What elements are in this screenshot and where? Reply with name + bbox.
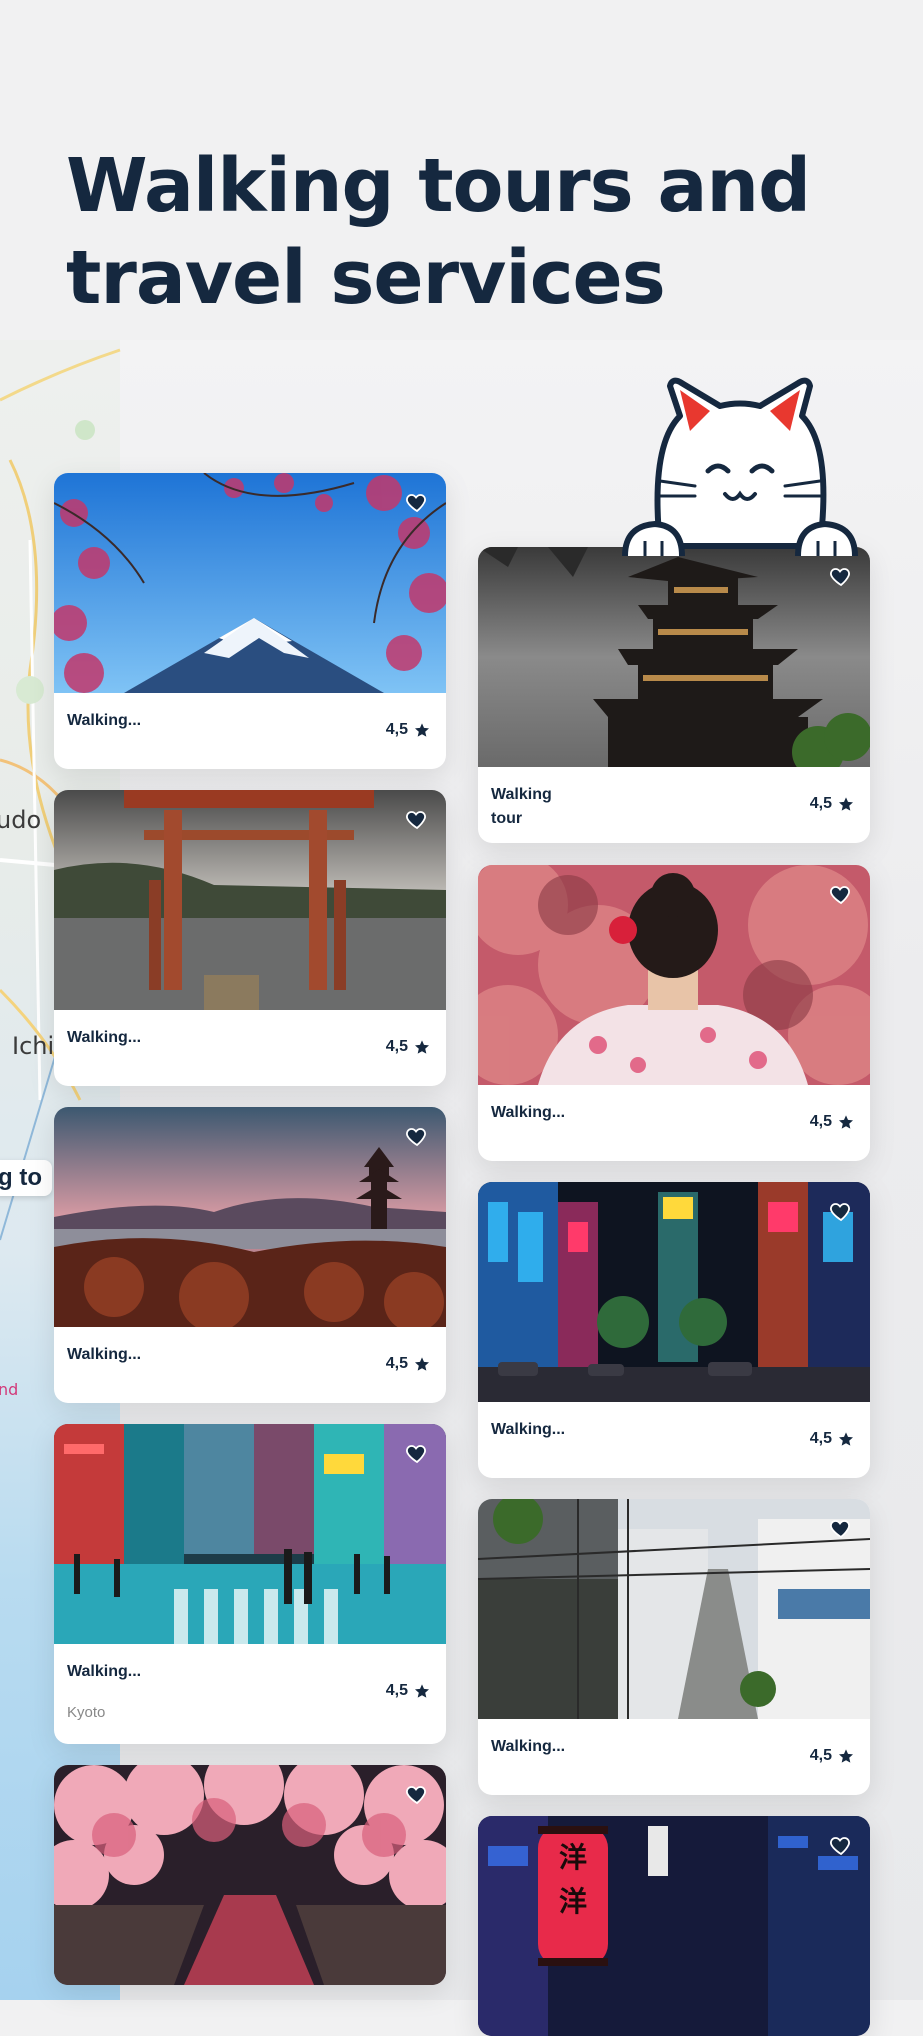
lucky-cat-icon (622, 377, 858, 557)
tour-card[interactable]: Walking tour 4,5 (478, 547, 870, 843)
tour-rating: 4,5 (386, 1038, 430, 1056)
star-icon (839, 797, 853, 811)
rating-value: 4,5 (809, 1113, 832, 1130)
tour-card[interactable] (54, 1765, 446, 1985)
favorite-button[interactable] (404, 1781, 430, 1807)
favorite-button[interactable] (404, 489, 430, 515)
tour-info: Walking... 4,5 Kyoto (54, 1644, 446, 1744)
star-icon (839, 1432, 853, 1446)
heart-icon (830, 1837, 850, 1856)
tour-card[interactable]: Walking... 4,5 (478, 1182, 870, 1478)
favorite-button[interactable] (828, 1515, 854, 1541)
heart-icon (406, 494, 426, 513)
tour-title: Walking... (67, 1029, 142, 1046)
tour-rating: 4,5 (386, 721, 430, 739)
tour-title: Walking tour (491, 786, 552, 827)
rating-value: 4,5 (809, 795, 832, 812)
tour-info: Walking... 4,5 (54, 1010, 446, 1086)
tour-photo (478, 1499, 870, 1719)
heart-icon (830, 1520, 850, 1539)
heart-icon (406, 1786, 426, 1805)
heart-icon (406, 811, 426, 830)
tour-title: Walking... (67, 1346, 142, 1363)
tour-title: Walking... (491, 1104, 566, 1121)
tour-title: Walking... (67, 1663, 142, 1680)
star-icon (415, 723, 429, 737)
heart-icon (830, 1203, 850, 1222)
tour-info: Walking... 4,5 (54, 1327, 446, 1403)
tour-photo (54, 1107, 446, 1327)
heart-icon (406, 1445, 426, 1464)
tour-title: Walking... (67, 712, 142, 729)
star-icon (415, 1684, 429, 1698)
tour-card[interactable]: 洋 洋 (478, 1816, 870, 2036)
map-label: udo (0, 806, 42, 834)
favorite-button[interactable] (828, 1832, 854, 1858)
tour-rating: 4,5 (386, 1682, 430, 1700)
star-icon (415, 1357, 429, 1371)
tour-info: Walking... 4,5 (478, 1719, 870, 1795)
tour-card[interactable]: Walking... 4,5 (478, 865, 870, 1161)
tour-photo (478, 547, 870, 767)
tour-title: Walking... (491, 1421, 566, 1438)
rating-value: 4,5 (809, 1430, 832, 1447)
tour-card[interactable]: Walking... 4,5 Kyoto (54, 1424, 446, 1744)
tour-info: Walking... 4,5 (478, 1402, 870, 1478)
map-label: nd (0, 1380, 19, 1399)
tour-card[interactable]: Walking... 4,5 (54, 473, 446, 769)
tour-info: Walking... 4,5 (54, 693, 446, 769)
heart-icon (830, 886, 850, 905)
star-icon (839, 1115, 853, 1129)
star-icon (415, 1040, 429, 1054)
page-title: Walking tours and travel services (66, 140, 886, 324)
rating-value: 4,5 (385, 1038, 408, 1055)
tour-title: Walking... (491, 1738, 566, 1755)
map-label: Ichi (12, 1032, 55, 1060)
page-title-line-1: Walking tours and (66, 143, 811, 229)
tour-rating: 4,5 (386, 1355, 430, 1373)
heart-icon (830, 568, 850, 587)
map-tag: g to (0, 1160, 52, 1196)
tour-card[interactable]: Walking... 4,5 (54, 790, 446, 1086)
tour-card[interactable]: Walking... 4,5 (478, 1499, 870, 1795)
tour-photo (54, 473, 446, 693)
heart-icon (406, 1128, 426, 1147)
rating-value: 4,5 (385, 1682, 408, 1699)
tour-rating: 4,5 (810, 1430, 854, 1448)
tour-photo (54, 790, 446, 1010)
star-icon (839, 1749, 853, 1763)
rating-value: 4,5 (809, 1747, 832, 1764)
tour-photo (478, 1182, 870, 1402)
tour-rating: 4,5 (810, 1113, 854, 1131)
favorite-button[interactable] (828, 881, 854, 907)
favorite-button[interactable] (404, 1123, 430, 1149)
tour-photo (54, 1424, 446, 1644)
favorite-button[interactable] (828, 1198, 854, 1224)
tour-rating: 4,5 (810, 1747, 854, 1765)
tour-photo (54, 1765, 446, 1985)
page-title-line-2: travel services (66, 235, 666, 321)
tour-card[interactable]: Walking... 4,5 (54, 1107, 446, 1403)
tour-photo: 洋 洋 (478, 1816, 870, 2036)
tour-photo (478, 865, 870, 1085)
tour-info: Walking... 4,5 (478, 1085, 870, 1161)
rating-value: 4,5 (385, 721, 408, 738)
tour-info: Walking tour 4,5 (478, 767, 870, 843)
lantern-text: 洋 洋 (558, 1841, 587, 1918)
favorite-button[interactable] (404, 1440, 430, 1466)
favorite-button[interactable] (404, 806, 430, 832)
tour-location: Kyoto (67, 1704, 106, 1721)
rating-value: 4,5 (385, 1355, 408, 1372)
favorite-button[interactable] (828, 563, 854, 589)
tour-rating: 4,5 (810, 795, 854, 813)
